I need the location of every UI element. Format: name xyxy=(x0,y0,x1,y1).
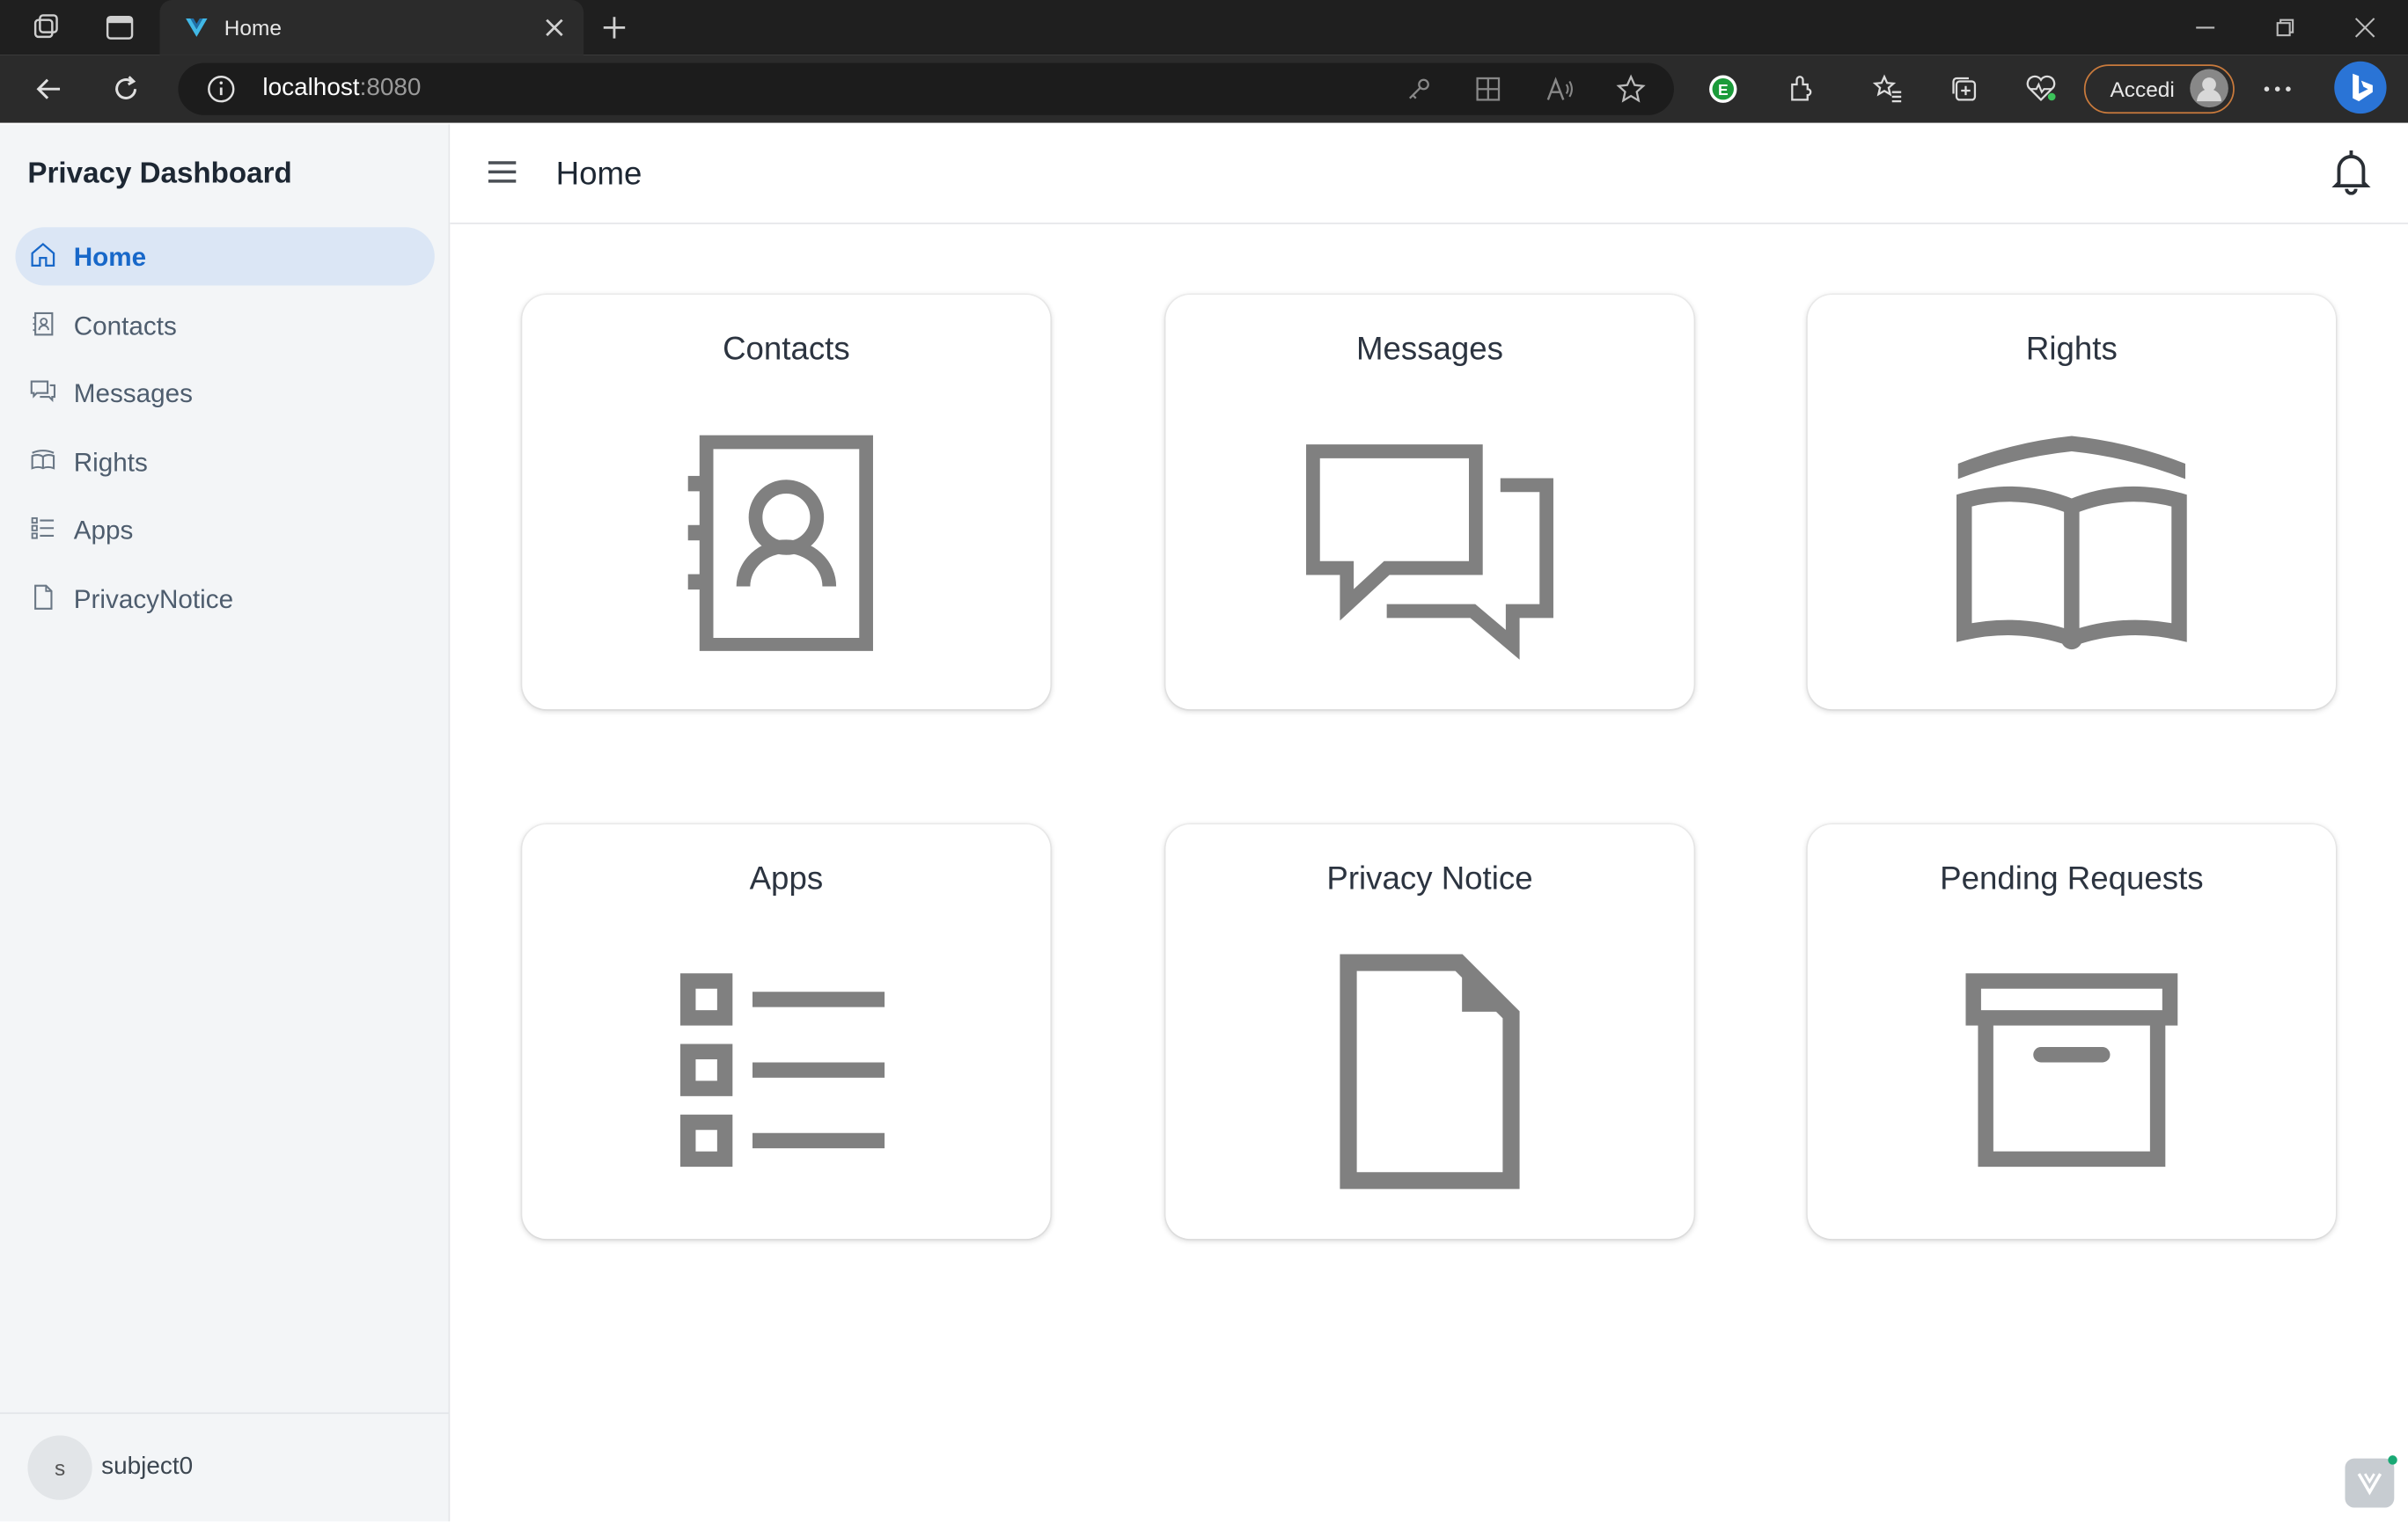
sidebar-item-home[interactable]: Home xyxy=(15,227,435,286)
page-title: Home xyxy=(555,156,642,193)
card-title: Contacts xyxy=(723,331,850,368)
sidebar-item-label: Messages xyxy=(73,378,193,409)
restore-icon[interactable] xyxy=(2266,9,2303,46)
browser-essentials-icon[interactable] xyxy=(2023,70,2059,107)
chat-icon xyxy=(30,380,55,403)
document-icon xyxy=(1340,954,1520,1190)
document-icon xyxy=(34,584,53,610)
card-title: Privacy Notice xyxy=(1326,860,1533,897)
page-header: Home xyxy=(450,124,2408,224)
home-icon xyxy=(31,242,55,267)
contact-book-icon xyxy=(687,435,873,651)
url-port: :8080 xyxy=(359,75,422,102)
bell-icon[interactable] xyxy=(2331,149,2371,195)
extension-e-icon[interactable]: E xyxy=(1705,70,1742,107)
list-icon xyxy=(31,516,55,539)
new-tab-icon[interactable] xyxy=(596,9,633,46)
card-rights[interactable]: Rights xyxy=(1807,295,2336,710)
favorite-star-icon[interactable] xyxy=(1612,70,1649,107)
extensions-icon[interactable] xyxy=(1783,70,1820,107)
chat-bubbles-icon xyxy=(1306,444,1553,660)
card-contacts[interactable]: Contacts xyxy=(522,295,1051,710)
sidebar-item-rights[interactable]: Rights xyxy=(15,433,434,491)
profile-avatar-icon xyxy=(2190,69,2228,108)
card-messages[interactable]: Messages xyxy=(1165,295,1694,710)
card-privacy-notice[interactable]: Privacy Notice xyxy=(1165,824,1694,1240)
user-name: subject0 xyxy=(101,1453,194,1481)
copilot-icon[interactable] xyxy=(2334,61,2387,114)
sign-in-label: Accedi xyxy=(2110,77,2175,102)
checklist-icon xyxy=(679,973,885,1168)
devtools-toggle-icon[interactable] xyxy=(2345,1455,2397,1508)
sidebar-item-label: Home xyxy=(73,242,147,272)
book-icon xyxy=(31,450,55,470)
svg-text:E: E xyxy=(1718,81,1729,99)
tab-title: Home xyxy=(224,15,282,40)
card-title: Rights xyxy=(2025,331,2118,368)
url-text[interactable]: localhost:8080 xyxy=(262,76,421,103)
browser-tab-home[interactable]: Home xyxy=(159,0,584,55)
app-available-icon[interactable] xyxy=(1470,70,1507,107)
sidebar-item-label: Contacts xyxy=(73,311,177,341)
back-icon[interactable] xyxy=(31,70,68,107)
user-panel[interactable]: s subject0 xyxy=(0,1412,449,1523)
menu-icon[interactable] xyxy=(487,158,518,186)
close-tab-icon[interactable] xyxy=(540,14,568,41)
sign-in-button[interactable]: Accedi xyxy=(2083,64,2235,114)
status-dot xyxy=(2388,1455,2397,1465)
sidebar-item-contacts[interactable]: Contacts xyxy=(15,297,434,355)
archive-box-icon xyxy=(1965,973,2178,1168)
sidebar-item-label: PrivacyNotice xyxy=(73,584,234,614)
more-options-icon[interactable] xyxy=(2259,70,2296,107)
reload-icon[interactable] xyxy=(107,70,144,107)
collections-icon[interactable] xyxy=(1946,70,1983,107)
sidebar-item-apps[interactable]: Apps xyxy=(15,501,434,559)
sidebar: Privacy Dashboard Home Contacts Messages… xyxy=(0,124,451,1523)
favorites-icon[interactable] xyxy=(1869,70,1906,107)
open-book-icon xyxy=(1956,436,2187,650)
card-title: Apps xyxy=(749,860,824,897)
sidebar-item-privacynotice[interactable]: PrivacyNotice xyxy=(15,569,434,627)
app-title: Privacy Dashboard xyxy=(27,157,292,191)
card-title: Messages xyxy=(1355,331,1504,368)
sidebar-item-messages[interactable]: Messages xyxy=(15,364,434,422)
avatar: s xyxy=(27,1435,92,1500)
password-key-icon[interactable] xyxy=(1400,70,1437,107)
url-host: localhost xyxy=(262,75,360,102)
sidebar-item-label: Rights xyxy=(73,448,148,478)
card-title: Pending Requests xyxy=(1940,860,2204,897)
card-apps[interactable]: Apps xyxy=(522,824,1051,1240)
workspaces-icon[interactable] xyxy=(27,9,64,46)
tab-actions-icon[interactable] xyxy=(101,9,138,46)
browser-tab-bar: Home xyxy=(0,0,2408,55)
vue-logo-icon xyxy=(186,18,208,37)
contact-card-icon xyxy=(33,311,54,336)
read-aloud-icon[interactable] xyxy=(1542,70,1579,107)
app-root: Home localhost:8080 E Accedi Privacy Das… xyxy=(0,0,2408,1523)
sidebar-item-label: Apps xyxy=(73,516,134,545)
card-pending-requests[interactable]: Pending Requests xyxy=(1807,824,2336,1240)
site-info-icon[interactable] xyxy=(202,70,239,107)
close-window-icon[interactable] xyxy=(2346,9,2383,46)
minimize-icon[interactable] xyxy=(2187,9,2224,46)
